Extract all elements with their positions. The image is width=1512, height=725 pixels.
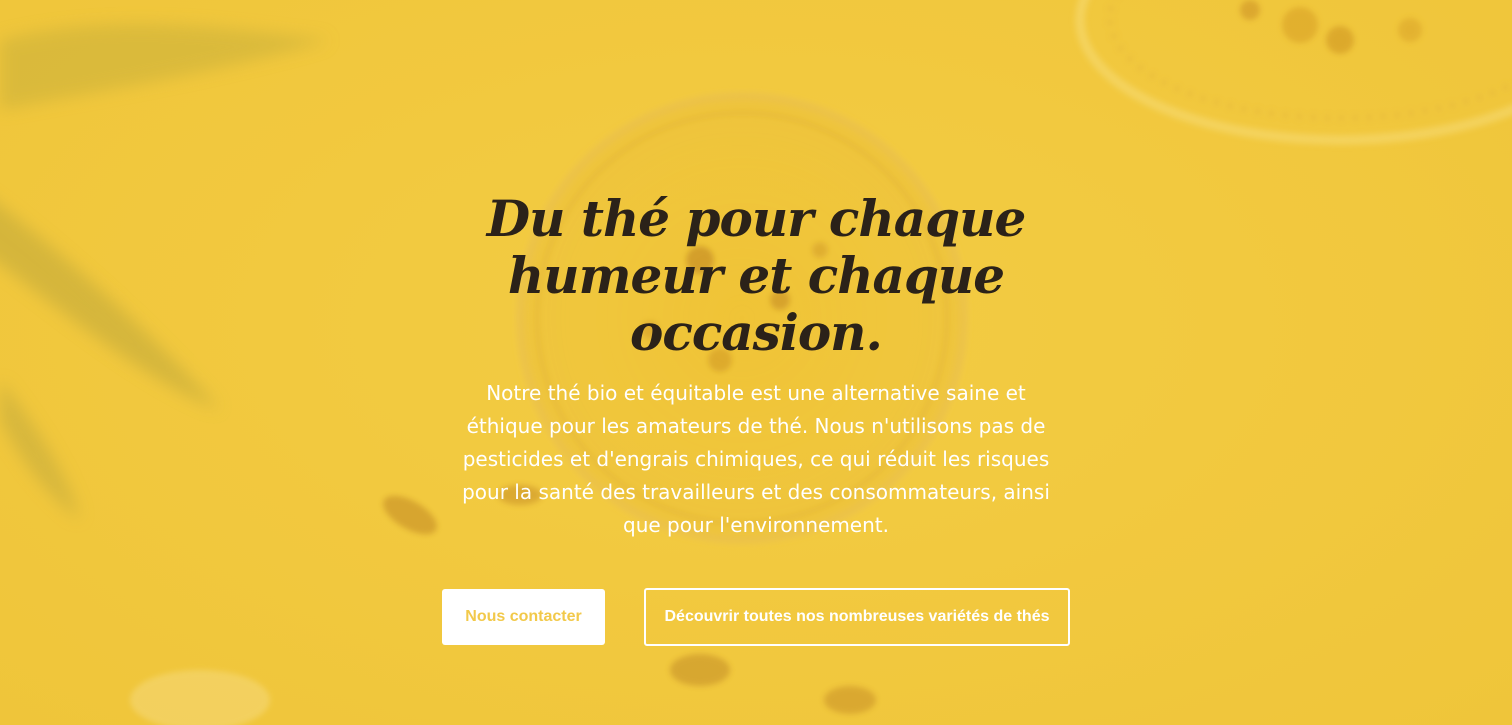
hero-title: Du thé pour chaque humeur et chaque occa… bbox=[486, 189, 1027, 362]
contact-button[interactable]: Nous contacter bbox=[442, 589, 605, 645]
hero-section: Du thé pour chaque humeur et chaque occa… bbox=[0, 0, 1512, 725]
discover-teas-button[interactable]: Découvrir toutes nos nombreuses variétés… bbox=[644, 588, 1070, 646]
hero-content: Du thé pour chaque humeur et chaque occa… bbox=[0, 0, 1512, 725]
hero-subtitle: Notre thé bio et équitable est une alter… bbox=[462, 381, 1050, 537]
